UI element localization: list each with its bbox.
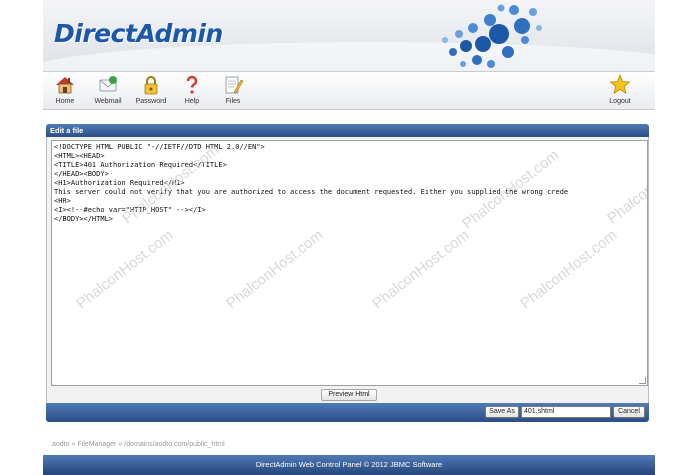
star-icon bbox=[609, 74, 631, 95]
footer: DirectAdmin Web Control Panel © 2012 JBM… bbox=[43, 455, 655, 475]
breadcrumb-user[interactable]: aodto bbox=[52, 441, 70, 448]
nav-password-label: Password bbox=[135, 98, 167, 105]
nav-home[interactable]: Home bbox=[45, 74, 85, 108]
nav-home-label: Home bbox=[55, 98, 75, 105]
navbar: Home Webmail Password Help Files Logout bbox=[43, 72, 655, 110]
lock-icon bbox=[144, 76, 158, 95]
nav-help[interactable]: Help bbox=[172, 74, 212, 108]
nav-files[interactable]: Files bbox=[213, 74, 253, 108]
directadmin-logo[interactable]: DirectAdmin bbox=[54, 19, 223, 48]
breadcrumb-separator: » bbox=[71, 441, 76, 448]
nav-logout-label: Logout bbox=[609, 98, 631, 105]
edit-file-panel: <!DOCTYPE HTML PUBLIC "-//IETF//DTD HTML… bbox=[46, 137, 649, 404]
help-icon bbox=[186, 75, 198, 94]
breadcrumb: aodto» FileManager»/domains/aodto.com/pub… bbox=[52, 441, 225, 448]
files-icon bbox=[225, 76, 244, 94]
breadcrumb-path[interactable]: /domains/aodto.com/public_html bbox=[124, 441, 224, 448]
breadcrumb-filemanager[interactable]: FileManager bbox=[77, 441, 116, 448]
file-content-textarea[interactable]: <!DOCTYPE HTML PUBLIC "-//IETF//DTD HTML… bbox=[51, 140, 648, 386]
preview-html-button[interactable]: Preview Html bbox=[321, 389, 377, 401]
cancel-button[interactable]: Cancel bbox=[613, 406, 645, 418]
watermark: PhalconHost.com bbox=[604, 141, 648, 228]
nav-webmail[interactable]: Webmail bbox=[88, 74, 128, 108]
watermark: PhalconHost.com bbox=[223, 226, 327, 313]
breadcrumb-separator: » bbox=[118, 441, 123, 448]
nav-help-label: Help bbox=[184, 98, 200, 105]
save-as-button[interactable]: Save As bbox=[485, 406, 519, 418]
watermark: PhalconHost.com bbox=[369, 226, 473, 313]
header: DirectAdmin bbox=[43, 0, 655, 72]
watermark: PhalconHost.com bbox=[73, 226, 177, 313]
filename-input[interactable]: 401.shtml bbox=[521, 406, 611, 418]
webmail-icon bbox=[99, 76, 117, 92]
resize-grip[interactable] bbox=[639, 377, 646, 384]
control-panel-frame: DirectAdmin Home Webmail Password Help F… bbox=[43, 0, 655, 475]
home-icon bbox=[56, 77, 74, 94]
logo-dots-graphic bbox=[442, 4, 542, 68]
edit-file-title: Edit a file bbox=[46, 124, 649, 137]
nav-password[interactable]: Password bbox=[131, 74, 171, 108]
nav-files-label: Files bbox=[225, 98, 241, 105]
nav-logout[interactable]: Logout bbox=[600, 74, 640, 108]
watermark: PhalconHost.com bbox=[517, 226, 621, 313]
action-bar: Save As 401.shtml Cancel bbox=[46, 403, 649, 422]
nav-webmail-label: Webmail bbox=[94, 98, 122, 105]
